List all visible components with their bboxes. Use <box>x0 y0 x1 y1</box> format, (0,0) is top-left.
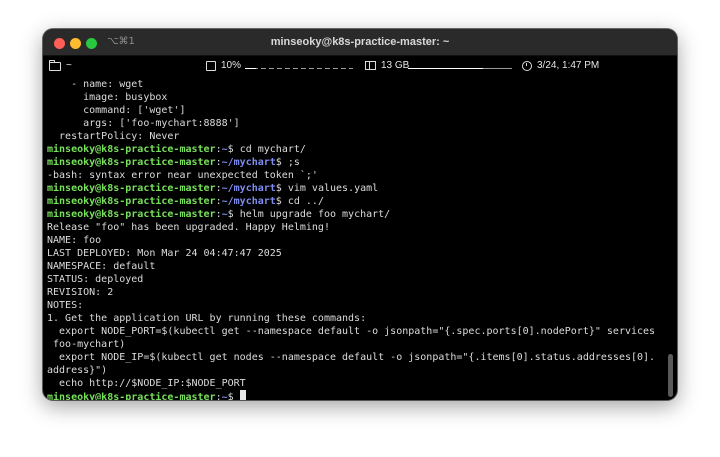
prompt-line: minseoky@k8s-practice-master:~$ <box>47 390 661 400</box>
scrollbar[interactable] <box>668 354 673 397</box>
command-text: ;s <box>287 157 300 168</box>
status-bar: ~ 10% 13 GB 3/24, 1:47 PM <box>43 56 677 76</box>
prompt-symbol: $ <box>275 157 288 168</box>
cpu-label: 10% <box>221 60 242 71</box>
terminal-window: ⌥⌘1 minseoky@k8s-practice-master: ~ ~ 10… <box>43 29 677 400</box>
output-line: Release "foo" has been upgraded. Happy H… <box>47 222 330 233</box>
cwd-label: ~ <box>66 60 72 71</box>
output-line: address}") <box>47 365 108 376</box>
title-bar: ⌥⌘1 minseoky@k8s-practice-master: ~ <box>43 29 677 56</box>
memory-gauge-fill <box>408 68 483 69</box>
output-line: - name: wget <box>47 79 144 90</box>
cwd-status: ~ <box>49 60 72 71</box>
output-line: NAMESPACE: default <box>47 261 156 272</box>
prompt-path: ~/mychart <box>221 157 276 168</box>
output-line: export NODE_PORT=$(kubectl get --namespa… <box>47 326 656 337</box>
cpu-gauge-fill <box>245 68 256 69</box>
output-line: 1. Get the application URL by running th… <box>47 313 367 324</box>
prompt-symbol: $ <box>227 209 240 220</box>
output-line: NOTES: <box>47 300 84 311</box>
prompt-symbol: $ <box>227 392 240 400</box>
cpu-icon <box>206 60 216 71</box>
clock-icon <box>522 60 532 71</box>
datetime-label: 3/24, 1:47 PM <box>537 60 600 71</box>
prompt-line: minseoky@k8s-practice-master:~/mychart$ … <box>47 156 661 169</box>
prompt-line: minseoky@k8s-practice-master:~$ cd mycha… <box>47 143 661 156</box>
output-line: -bash: syntax error near unexpected toke… <box>47 170 318 181</box>
output-line: restartPolicy: Never <box>47 131 180 142</box>
command-text: cd ../ <box>287 196 324 207</box>
command-text: helm upgrade foo mychart/ <box>239 209 391 220</box>
memory-gauge <box>408 68 512 69</box>
output-line: STATUS: deployed <box>47 274 144 285</box>
datetime-status: 3/24, 1:47 PM <box>522 60 599 71</box>
output-line: image: busybox <box>47 92 168 103</box>
prompt-symbol: $ <box>275 196 288 207</box>
output-line: LAST DEPLOYED: Mon Mar 24 04:47:47 2025 <box>47 248 282 259</box>
output-line: export NODE_IP=$(kubectl get nodes --nam… <box>47 352 656 363</box>
prompt-user-host: minseoky@k8s-practice-master <box>47 209 216 220</box>
output-line: echo http://$NODE_IP:$NODE_PORT <box>47 378 246 389</box>
prompt-user-host: minseoky@k8s-practice-master <box>47 157 216 168</box>
prompt-symbol: $ <box>227 144 240 155</box>
text-cursor <box>239 390 246 400</box>
output-line: REVISION: 2 <box>47 287 114 298</box>
prompt-user-host: minseoky@k8s-practice-master <box>47 144 216 155</box>
prompt-user-host: minseoky@k8s-practice-master <box>47 392 216 400</box>
prompt-path: ~/mychart <box>221 183 276 194</box>
memory-label: 13 GB <box>381 60 410 71</box>
folder-icon <box>49 60 61 71</box>
output-line: args: ['foo-mychart:8888'] <box>47 118 240 129</box>
prompt-line: minseoky@k8s-practice-master:~/mychart$ … <box>47 195 661 208</box>
prompt-line: minseoky@k8s-practice-master:~$ helm upg… <box>47 208 661 221</box>
output-line: foo-mychart) <box>47 339 126 350</box>
memory-icon <box>365 61 376 70</box>
output-line: command: ['wget'] <box>47 105 186 116</box>
memory-status: 13 GB <box>365 60 409 71</box>
command-text: vim values.yaml <box>287 183 379 194</box>
command-text: cd mychart/ <box>239 144 306 155</box>
terminal-output[interactable]: - name: wget image: busybox command: ['w… <box>47 78 661 400</box>
prompt-path: ~/mychart <box>221 196 276 207</box>
window-title: minseoky@k8s-practice-master: ~ <box>270 36 450 48</box>
cpu-gauge <box>245 68 353 69</box>
prompt-user-host: minseoky@k8s-practice-master <box>47 183 216 194</box>
prompt-symbol: $ <box>275 183 288 194</box>
prompt-user-host: minseoky@k8s-practice-master <box>47 196 216 207</box>
cpu-status: 10% <box>206 60 241 71</box>
output-line: NAME: foo <box>47 235 102 246</box>
prompt-line: minseoky@k8s-practice-master:~/mychart$ … <box>47 182 661 195</box>
